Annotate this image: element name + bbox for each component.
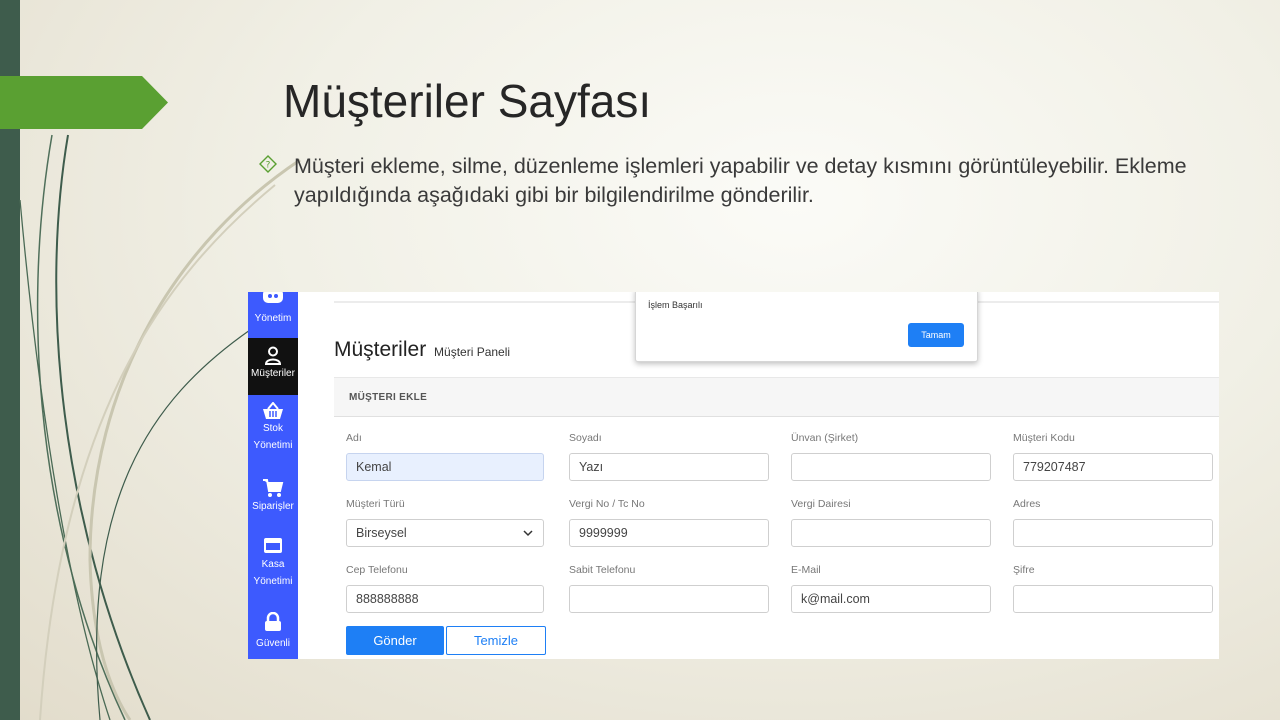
- musteri-kodu-label: Müşteri Kodu: [1013, 432, 1075, 444]
- sidebar-item-label: Yönetim: [254, 313, 292, 324]
- card-header: MÜŞTERI EKLE: [334, 377, 1219, 417]
- card-header-title: MÜŞTERI EKLE: [349, 392, 428, 403]
- sabit-telefonu-label: Sabit Telefonu: [569, 564, 636, 576]
- clear-button[interactable]: Temizle: [446, 626, 546, 655]
- success-dialog: İşlem Başarılı Tamam: [635, 292, 978, 362]
- ad-label: Adı: [346, 432, 362, 444]
- dialog-ok-button[interactable]: Tamam: [908, 323, 964, 347]
- submit-button[interactable]: Gönder: [346, 626, 444, 655]
- sidebar-item-guvenli[interactable]: Güvenli: [248, 612, 298, 656]
- app-screenshot: Yönetim Müşteriler Stok Yönetimi Sipariş…: [248, 292, 1219, 659]
- page-title-text: Müşteriler: [334, 338, 427, 361]
- page-title: Müşteriler Müşteri Paneli: [334, 338, 510, 362]
- adres-field[interactable]: [1013, 519, 1213, 547]
- green-arrow-decor: [0, 76, 168, 129]
- adres-label: Adres: [1013, 498, 1041, 510]
- slide-bullet-text: Müşteri ekleme, silme, düzenleme işlemle…: [294, 154, 1187, 207]
- musteri-kodu-field[interactable]: 779207487: [1013, 453, 1213, 481]
- page-subtitle: Müşteri Paneli: [434, 345, 511, 359]
- musteri-turu-label: Müşteri Türü: [346, 498, 405, 510]
- sidebar-item-musteriler[interactable]: Müşteriler: [248, 338, 298, 395]
- card-icon: [264, 538, 282, 553]
- slide-title: Müşteriler Sayfası: [283, 75, 652, 127]
- chevron-down-icon: [523, 530, 533, 537]
- bullet-diamond-icon: ?: [259, 155, 277, 173]
- svg-text:?: ?: [266, 161, 271, 171]
- musteri-turu-value: Birseysel: [356, 526, 407, 540]
- unvan-label: Ünvan (Şirket): [791, 432, 859, 444]
- sidebar-item-label: Stok Yönetimi: [253, 423, 293, 451]
- email-label: E-Mail: [791, 564, 821, 576]
- vergi-dairesi-field[interactable]: [791, 519, 991, 547]
- sidebar-item-yonetim[interactable]: Yönetim: [248, 292, 298, 332]
- sifre-label: Şifre: [1013, 564, 1035, 576]
- vergi-no-label: Vergi No / Tc No: [569, 498, 645, 510]
- basket-icon: [263, 402, 283, 419]
- lock-icon: [265, 612, 281, 631]
- sifre-field[interactable]: [1013, 585, 1213, 613]
- soyad-field[interactable]: Yazı: [569, 453, 769, 481]
- sidebar-item-label: Müşteriler: [251, 368, 295, 379]
- sabit-telefonu-field[interactable]: [569, 585, 769, 613]
- main-content: Müşteriler Müşteri Paneli MÜŞTERI EKLE A…: [298, 292, 1219, 659]
- dashboard-icon: [263, 292, 283, 303]
- sidebar-item-kasa[interactable]: Kasa Yönetimi: [248, 537, 298, 597]
- sidebar-item-siparisler[interactable]: Siparişler: [248, 478, 298, 526]
- vergi-no-field[interactable]: 9999999: [569, 519, 769, 547]
- email-field[interactable]: k@mail.com: [791, 585, 991, 613]
- sidebar-item-label: Kasa Yönetimi: [253, 559, 293, 587]
- dialog-message: İşlem Başarılı: [648, 300, 703, 310]
- musteri-turu-select[interactable]: Birseysel: [346, 519, 544, 547]
- cep-telefonu-label: Cep Telefonu: [346, 564, 408, 576]
- ad-field[interactable]: Kemal: [346, 453, 544, 481]
- soyad-label: Soyadı: [569, 432, 602, 444]
- cep-telefonu-field[interactable]: 888888888: [346, 585, 544, 613]
- cart-icon: [263, 479, 284, 497]
- user-icon: [264, 346, 282, 365]
- vergi-dairesi-label: Vergi Dairesi: [791, 498, 851, 510]
- unvan-field[interactable]: [791, 453, 991, 481]
- sidebar-item-stok[interactable]: Stok Yönetimi: [248, 402, 298, 466]
- sidebar-item-label: Güvenli: [256, 638, 290, 649]
- sidebar: Yönetim Müşteriler Stok Yönetimi Sipariş…: [248, 292, 298, 659]
- sidebar-item-label: Siparişler: [252, 501, 294, 512]
